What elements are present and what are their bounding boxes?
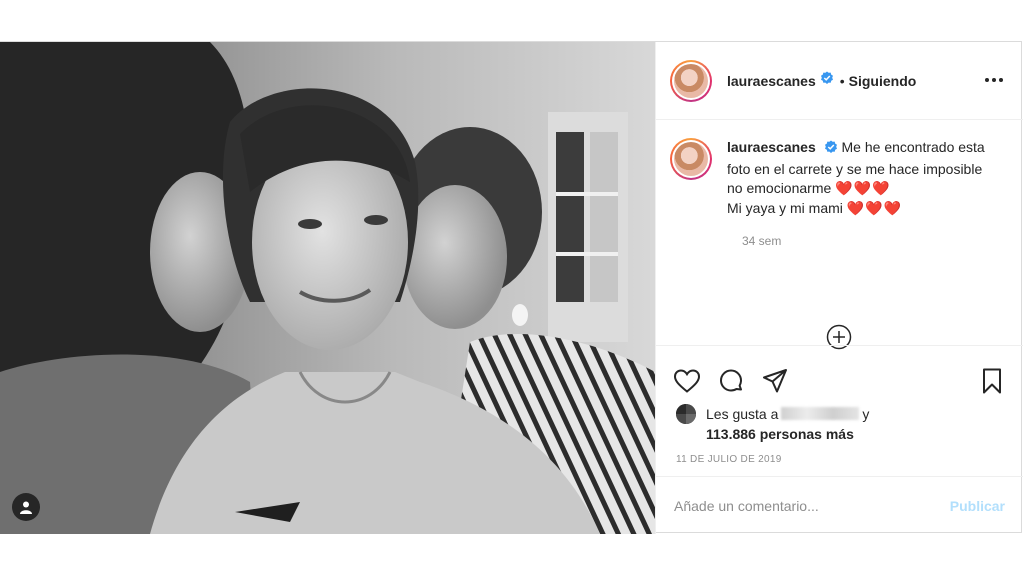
liker-avatar[interactable] bbox=[676, 404, 696, 424]
post-date[interactable]: 11 DE JULIO DE 2019 bbox=[676, 454, 782, 465]
caption-line-2: Mi yaya y mi mami bbox=[727, 199, 843, 216]
publish-button[interactable]: Publicar bbox=[950, 498, 1005, 514]
heart-icon[interactable] bbox=[672, 366, 702, 396]
bookmark-icon[interactable] bbox=[977, 366, 1007, 396]
author-username[interactable]: lauraescanes bbox=[727, 73, 816, 89]
caption-username[interactable]: lauraescanes bbox=[727, 139, 816, 155]
post-header: lauraescanes • Siguiendo bbox=[656, 42, 1023, 120]
comment-icon[interactable] bbox=[716, 366, 746, 396]
likes-text: Les gusta a y 113.886 personas más bbox=[706, 404, 869, 444]
instagram-post: lauraescanes • Siguiendo lauraescanes Me… bbox=[0, 41, 1023, 534]
caption-row: lauraescanes Me he encontrado esta foto … bbox=[670, 138, 1009, 218]
post-photo-image bbox=[0, 42, 655, 534]
verified-badge-icon bbox=[824, 140, 838, 160]
liker-name-blurred[interactable] bbox=[781, 407, 860, 420]
more-options-icon[interactable] bbox=[985, 72, 1005, 88]
likes-prefix: Les gusta a bbox=[706, 406, 779, 422]
caption-hearts-2: ❤️❤️❤️ bbox=[846, 199, 903, 216]
likes-summary: Les gusta a y 113.886 personas más bbox=[676, 404, 869, 444]
comment-bar: Publicar bbox=[656, 476, 1023, 535]
post-photo[interactable] bbox=[0, 42, 655, 534]
author-avatar[interactable] bbox=[670, 59, 712, 102]
user-tag-icon[interactable] bbox=[12, 493, 40, 521]
share-icon[interactable] bbox=[760, 366, 790, 396]
likes-suffix: y bbox=[862, 406, 870, 422]
caption-time-ago: 34 sem bbox=[742, 234, 782, 248]
follow-status-button[interactable]: Siguiendo bbox=[849, 73, 917, 89]
post-actions-area: Les gusta a y 113.886 personas más 11 DE … bbox=[656, 345, 1023, 534]
verified-badge-icon bbox=[820, 71, 834, 90]
action-icons bbox=[672, 366, 790, 396]
post-sidebar: lauraescanes • Siguiendo lauraescanes Me… bbox=[655, 42, 1023, 534]
separator-dot: • bbox=[839, 72, 845, 89]
caption-avatar[interactable] bbox=[670, 138, 712, 180]
caption-text: lauraescanes Me he encontrado esta foto … bbox=[727, 138, 997, 218]
caption-area: lauraescanes Me he encontrado esta foto … bbox=[656, 120, 1023, 350]
likes-count-link[interactable]: 113.886 personas más bbox=[706, 426, 854, 442]
comment-input[interactable] bbox=[674, 498, 950, 514]
caption-hearts-1: ❤️❤️❤️ bbox=[835, 180, 891, 196]
